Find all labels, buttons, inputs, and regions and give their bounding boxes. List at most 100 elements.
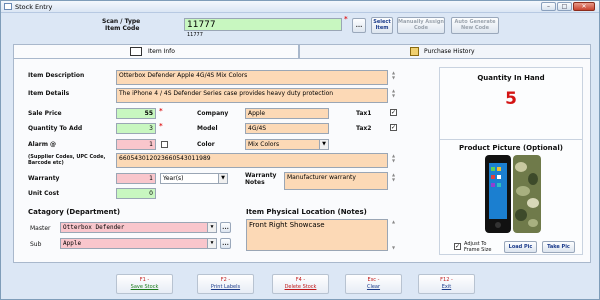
sale-price-input[interactable]: 55 bbox=[116, 108, 156, 119]
supplier-codes-input[interactable]: 660543012023660543011989 bbox=[116, 153, 388, 168]
required-star: * bbox=[344, 15, 348, 23]
category-section-title: Catagory (Department) bbox=[28, 208, 121, 216]
manually-assign-code-button[interactable]: Manually Assign Code bbox=[397, 17, 445, 34]
scroll-arrows-icon[interactable]: ▲ bbox=[391, 219, 396, 224]
tax2-checkbox[interactable]: ✓ bbox=[390, 124, 397, 131]
phone-case-image bbox=[485, 155, 541, 233]
f2-key-label: F2 - bbox=[220, 277, 231, 283]
quantity-in-hand-title: Quantity In Hand bbox=[477, 74, 545, 82]
item-description-input[interactable]: Otterbox Defender Apple 4G/4S Mix Colors bbox=[116, 70, 388, 85]
quantity-in-hand-value: 5 bbox=[505, 89, 517, 109]
tax2-label: Tax2 bbox=[356, 125, 372, 132]
adjust-frame-label-line2: Frame Size bbox=[464, 247, 492, 253]
color-label: Color bbox=[197, 141, 215, 148]
take-pic-button[interactable]: Take Pic bbox=[542, 241, 575, 253]
sub-category-value: Apple bbox=[63, 240, 82, 247]
scroll-arrows-icon[interactable]: ▼ bbox=[391, 245, 396, 250]
delete-stock-label: Delete Stock bbox=[284, 284, 317, 290]
company-label: Company bbox=[197, 110, 229, 117]
warranty-notes-input[interactable]: Manufacturer warranty bbox=[284, 172, 388, 190]
master-label: Master bbox=[30, 225, 51, 232]
save-stock-button[interactable]: F1 - Save Stock bbox=[116, 274, 173, 294]
sub-category-browse-button[interactable]: ... bbox=[220, 238, 231, 249]
close-button[interactable]: ✕ bbox=[573, 2, 595, 11]
item-details-label: Item Details bbox=[28, 90, 70, 97]
unit-cost-label: Unit Cost bbox=[28, 190, 60, 197]
clear-label: Clear bbox=[366, 284, 381, 290]
sale-price-label: Sale Price bbox=[28, 110, 62, 117]
f1-key-label: F1 - bbox=[139, 277, 150, 283]
company-input[interactable]: Apple bbox=[245, 108, 329, 119]
product-picture[interactable] bbox=[481, 153, 543, 237]
location-section-title: Item Physical Location (Notes) bbox=[246, 208, 367, 216]
scroll-arrows-icon[interactable]: ▲ ▼ bbox=[391, 70, 396, 80]
sub-category-select[interactable]: Apple ▼ bbox=[60, 238, 217, 249]
model-label: Model bbox=[197, 125, 218, 132]
tax1-label: Tax1 bbox=[356, 110, 372, 117]
warranty-unit-select[interactable]: Year(s) ▼ bbox=[160, 173, 228, 184]
required-star: * bbox=[159, 122, 163, 130]
model-input[interactable]: 4G/4S bbox=[245, 123, 329, 134]
required-star: * bbox=[159, 107, 163, 115]
item-code-sub: 11777 bbox=[187, 32, 203, 38]
supplier-codes-label: (Supplier Codes, UPC Code, Barcode etc) bbox=[28, 154, 106, 166]
item-code-input[interactable]: 11777 bbox=[184, 18, 342, 31]
minimize-button[interactable]: – bbox=[541, 2, 556, 11]
auto-generate-code-button[interactable]: Auto Generate New Code bbox=[451, 17, 499, 34]
quantity-to-add-input[interactable]: 3 bbox=[116, 123, 156, 134]
color-select[interactable]: Mix Colors ▼ bbox=[245, 139, 329, 150]
alarm-input[interactable]: 1 bbox=[116, 139, 156, 150]
save-stock-label: Save Stock bbox=[130, 284, 159, 290]
warranty-notes-label-line1: Warranty bbox=[245, 172, 277, 179]
master-category-value: Otterbox Defender bbox=[63, 224, 125, 231]
clear-button[interactable]: Esc - Clear bbox=[345, 274, 402, 294]
location-notes-input[interactable]: Front Right Showcase bbox=[246, 219, 388, 251]
scan-label-line2: Item Code bbox=[105, 25, 140, 32]
item-details-input[interactable]: The iPhone 4 / 4S Defender Series case p… bbox=[116, 88, 388, 103]
divider bbox=[439, 139, 583, 140]
tab-item-info-label: Item Info bbox=[148, 48, 175, 55]
tab-purchase-history[interactable]: Purchase History bbox=[299, 44, 591, 58]
monitor-icon bbox=[130, 47, 142, 56]
master-category-browse-button[interactable]: ... bbox=[220, 222, 231, 233]
load-pic-button[interactable]: Load Pic bbox=[504, 241, 537, 253]
master-category-select[interactable]: Otterbox Defender ▼ bbox=[60, 222, 217, 233]
warranty-notes-label-line2: Notes bbox=[245, 179, 265, 186]
scroll-arrows-icon[interactable]: ▲ ▼ bbox=[391, 153, 396, 163]
print-labels-label: Print Labels bbox=[210, 284, 241, 290]
tab-item-info[interactable]: Item Info bbox=[13, 44, 299, 59]
chevron-down-icon: ▼ bbox=[207, 223, 216, 232]
warranty-input[interactable]: 1 bbox=[116, 173, 156, 184]
warranty-unit-value: Year(s) bbox=[163, 175, 184, 182]
scroll-arrows-icon[interactable]: ▲ ▼ bbox=[391, 172, 396, 182]
scroll-arrows-icon[interactable]: ▲ ▼ bbox=[391, 88, 396, 98]
tab-purchase-history-label: Purchase History bbox=[424, 48, 475, 55]
history-icon bbox=[410, 47, 419, 56]
delete-stock-button[interactable]: F4 - Delete Stock bbox=[272, 274, 329, 294]
window-title: Stock Entry bbox=[15, 3, 53, 11]
scan-label-line1: Scan / Type bbox=[102, 18, 141, 25]
maximize-button[interactable]: □ bbox=[557, 2, 572, 11]
stock-entry-window: Stock Entry – □ ✕ Scan / Type Item Code … bbox=[0, 0, 600, 300]
warranty-label: Warranty bbox=[28, 175, 60, 182]
app-icon bbox=[4, 3, 12, 10]
alarm-checkbox[interactable] bbox=[161, 141, 168, 148]
item-description-label: Item Description bbox=[28, 72, 85, 79]
chevron-down-icon: ▼ bbox=[207, 239, 216, 248]
alarm-label: Alarm @ bbox=[28, 141, 57, 148]
select-item-button[interactable]: Select Item bbox=[371, 17, 393, 34]
browse-item-button[interactable]: ... bbox=[352, 18, 366, 33]
exit-button[interactable]: F12 - Exit bbox=[418, 274, 475, 294]
chevron-down-icon: ▼ bbox=[319, 140, 328, 149]
color-select-value: Mix Colors bbox=[248, 141, 280, 148]
unit-cost-input[interactable]: 0 bbox=[116, 188, 156, 199]
exit-label: Exit bbox=[441, 284, 452, 290]
f4-key-label: F4 - bbox=[295, 277, 306, 283]
adjust-frame-checkbox[interactable]: ✓ bbox=[454, 243, 461, 250]
quantity-to-add-label: Quantity To Add bbox=[28, 125, 83, 132]
print-labels-button[interactable]: F2 - Print Labels bbox=[197, 274, 254, 294]
tax1-checkbox[interactable]: ✓ bbox=[390, 109, 397, 116]
sub-label: Sub bbox=[30, 241, 42, 248]
chevron-down-icon: ▼ bbox=[218, 174, 227, 183]
esc-key-label: Esc - bbox=[367, 277, 380, 283]
